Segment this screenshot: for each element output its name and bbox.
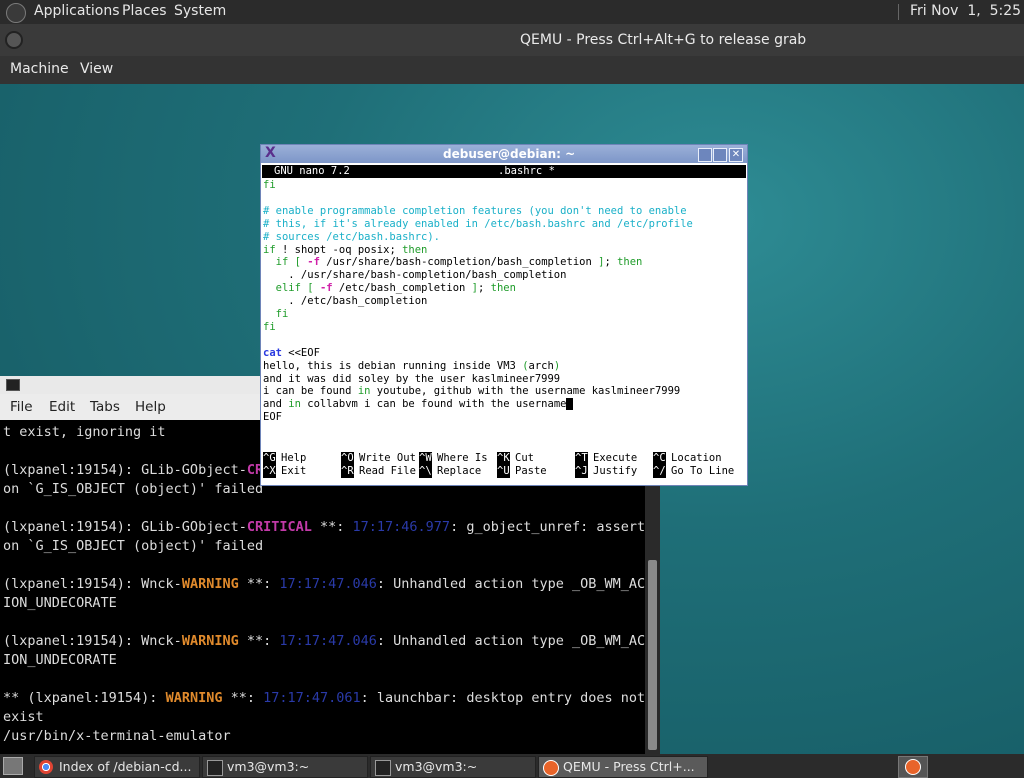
- nano-shortcut-key: ^U: [497, 465, 510, 478]
- terminal-line: exist: [3, 709, 44, 725]
- nano-shortcut-label: Help: [281, 452, 307, 464]
- nano-version: GNU nano 7.2: [274, 165, 350, 177]
- window-menu-icon[interactable]: [5, 31, 23, 49]
- nano-shortcut-key: ^/: [653, 465, 666, 478]
- maximize-button[interactable]: [713, 148, 727, 162]
- terminal-line: t exist, ignoring it: [3, 424, 166, 440]
- nano-line: # this, if it's already enabled in /etc/…: [263, 217, 693, 230]
- taskbar-task-label: Index of /debian-cd...: [59, 759, 192, 774]
- terminal-menu-file[interactable]: File: [10, 399, 33, 415]
- nano-line: fi: [275, 308, 289, 320]
- nano-shortcut-label: Paste: [515, 465, 547, 477]
- terminal-line: (lxpanel:19154): GLib-GObject-CR: [3, 462, 264, 478]
- nano-shortcut-label: Replace: [437, 465, 482, 477]
- menu-system[interactable]: System: [174, 3, 226, 19]
- taskbar-task-browser[interactable]: Index of /debian-cd...: [34, 756, 200, 778]
- nano-line: fi: [263, 320, 276, 333]
- nano-line: # enable programmable completion feature…: [263, 204, 687, 217]
- nano-shortcut-key: ^W: [419, 452, 432, 465]
- nano-shortcut-label: Location: [671, 452, 722, 464]
- nano-shortcut-label: Read File: [359, 465, 416, 477]
- nano-line: . /etc/bash_completion: [263, 295, 428, 308]
- nano-window-title: debuser@debian: ~: [443, 147, 576, 161]
- menu-view[interactable]: View: [80, 61, 113, 77]
- terminal-line: (lxpanel:19154): Wnck-WARNING **: 17:17:…: [3, 576, 645, 592]
- terminal-line: ION_UNDECORATE: [3, 652, 117, 668]
- nano-line: . /usr/share/bash-completion/bash_comple…: [263, 269, 567, 282]
- nano-line: and in collabvm i can be found with the …: [263, 398, 573, 411]
- xterm-logo-icon: X: [265, 145, 276, 161]
- menu-applications[interactable]: Applications: [34, 3, 120, 19]
- nano-shortcut-key: ^O: [341, 452, 354, 465]
- taskbar-task-qemu[interactable]: QEMU - Press Ctrl+...: [538, 756, 708, 778]
- show-desktop-icon[interactable]: [3, 757, 23, 775]
- qemu-icon: [543, 760, 559, 776]
- nano-line: hello, this is debian running inside VM3…: [263, 359, 561, 372]
- nano-shortcut-key: ^\: [419, 465, 432, 478]
- nano-line: fi: [263, 179, 276, 191]
- qemu-tray-glyph-icon: [905, 759, 921, 775]
- terminal-icon: [207, 760, 223, 776]
- nano-shortcut-label: Write Out: [359, 452, 416, 464]
- terminal-line: ** (lxpanel:19154): WARNING **: 17:17:47…: [3, 690, 645, 706]
- taskbar-task-label: vm3@vm3:~: [395, 759, 478, 774]
- nano-shortcut-label: Execute: [593, 452, 638, 464]
- menu-machine[interactable]: Machine: [10, 61, 69, 77]
- nano-line: EOF: [263, 411, 282, 424]
- nano-shortcut-key: ^J: [575, 465, 588, 478]
- nano-filename: .bashrc *: [498, 165, 555, 177]
- nano-shortcut-label: Exit: [281, 465, 307, 477]
- terminal-app-icon: [6, 379, 20, 391]
- nano-line: if [ -f /usr/share/bash-completion/bash_…: [275, 256, 643, 269]
- nano-window-title-bar[interactable]: X debuser@debian: ~ ✕: [261, 145, 747, 163]
- nano-shortcut-label: Justify: [593, 465, 638, 477]
- nano-terminal-window: X debuser@debian: ~ ✕ GNU nano 7.2 .bash…: [260, 144, 748, 486]
- nano-shortcut-key: ^R: [341, 465, 354, 478]
- terminal-icon: [375, 760, 391, 776]
- nano-editor[interactable]: GNU nano 7.2 .bashrc * fi # enable progra…: [262, 164, 746, 484]
- close-button[interactable]: ✕: [729, 148, 743, 162]
- nano-shortcut-key: ^C: [653, 452, 666, 465]
- terminal-line: /usr/bin/x-terminal-emulator: [3, 728, 231, 744]
- terminal-line: ION_UNDECORATE: [3, 595, 117, 611]
- terminal-scrollbar-thumb[interactable]: [648, 560, 657, 750]
- taskbar-task-label: QEMU - Press Ctrl+...: [563, 759, 695, 774]
- terminal-line: (lxpanel:19154): Wnck-WARNING **: 17:17:…: [3, 633, 645, 649]
- taskbar-task-label: vm3@vm3:~: [227, 759, 310, 774]
- minimize-button[interactable]: [698, 148, 712, 162]
- clock[interactable]: Fri Nov 1, 5:25 PM: [910, 3, 1024, 19]
- terminal-line: on `G_IS_OBJECT (object)' failed: [3, 481, 264, 497]
- nano-shortcut-label: Where Is: [437, 452, 488, 464]
- chrome-icon: [39, 760, 53, 774]
- nano-line: i can be found in youtube, github with t…: [263, 385, 681, 398]
- nano-shortcut-key: ^K: [497, 452, 510, 465]
- nano-shortcut-key: ^T: [575, 452, 588, 465]
- taskbar-task-terminal-1[interactable]: vm3@vm3:~: [202, 756, 368, 778]
- nano-shortcut-label: Go To Line: [671, 465, 735, 477]
- nano-shortcut-key: ^G: [263, 452, 276, 465]
- nano-line: and it was did soley by the user kaslmin…: [263, 372, 561, 385]
- nano-line: # sources /etc/bash.bashrc).: [263, 230, 441, 243]
- nano-line: if ! shopt -oq posix; then: [263, 243, 428, 256]
- nano-shortcut-key: ^X: [263, 465, 276, 478]
- distro-logo-icon[interactable]: [6, 3, 26, 23]
- terminal-line: (lxpanel:19154): GLib-GObject-CRITICAL *…: [3, 519, 645, 535]
- qemu-window-title: QEMU - Press Ctrl+Alt+G to release grab: [520, 32, 807, 48]
- host-top-panel: Applications Places System Fri Nov 1, 5:…: [0, 0, 1024, 24]
- menu-places[interactable]: Places: [122, 3, 167, 19]
- host-taskbar: Index of /debian-cd... vm3@vm3:~ vm3@vm3…: [0, 754, 1024, 778]
- terminal-menu-edit[interactable]: Edit: [49, 399, 75, 415]
- nano-line: elif [ -f /etc/bash_completion ]; then: [275, 282, 516, 295]
- taskbar-task-terminal-2[interactable]: vm3@vm3:~: [370, 756, 536, 778]
- qemu-title-bar[interactable]: QEMU - Press Ctrl+Alt+G to release grab: [0, 24, 1024, 56]
- panel-separator: [898, 4, 899, 20]
- qemu-menubar: Machine View: [0, 56, 1024, 84]
- terminal-menu-help[interactable]: Help: [135, 399, 166, 415]
- nano-shortcut-label: Cut: [515, 452, 534, 464]
- terminal-line: on `G_IS_OBJECT (object)' failed: [3, 538, 264, 554]
- terminal-menu-tabs[interactable]: Tabs: [90, 399, 120, 415]
- tray-qemu-icon[interactable]: [898, 756, 928, 778]
- nano-line: cat <<EOF: [263, 346, 320, 359]
